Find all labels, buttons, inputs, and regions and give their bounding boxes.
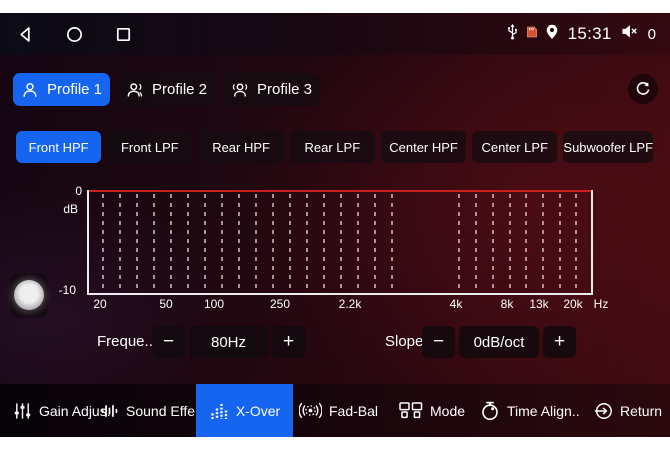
nav-label: X-Over	[236, 403, 280, 419]
nav-label: Mode	[430, 403, 465, 419]
filter-label: Rear HPF	[212, 140, 270, 155]
frequency-response-plot	[87, 190, 593, 295]
x-tick: 100	[204, 297, 224, 311]
profile-label: Profile 3	[257, 81, 312, 98]
x-tick: 50	[159, 297, 172, 311]
x-axis-unit: Hz	[594, 297, 609, 311]
filter-label: Center HPF	[389, 140, 458, 155]
crossover-filter-tabs: Front HPF Front LPF Rear HPF Rear LPF Ce…	[16, 131, 653, 163]
filter-label: Front HPF	[29, 140, 89, 155]
tab-center-hpf[interactable]: Center HPF	[381, 131, 466, 163]
nav-label: Return	[620, 403, 662, 419]
clock: 15:31	[568, 24, 612, 44]
stopwatch-icon	[480, 401, 500, 421]
nav-label: Time Align..	[507, 403, 580, 419]
x-tick: 20	[93, 297, 106, 311]
sound-wave-icon	[100, 401, 119, 421]
bezel-top	[0, 0, 670, 13]
device-frame: 15:31 0 Profile 1	[0, 0, 670, 453]
volume-level: 0	[648, 26, 656, 43]
tab-rear-hpf[interactable]: Rear HPF	[198, 131, 283, 163]
equalizer-icon	[209, 401, 229, 421]
mute-icon	[621, 24, 640, 44]
y-axis-tick-0: 0	[56, 184, 82, 198]
frequency-minus-button[interactable]: −	[152, 326, 185, 358]
tab-center-lpf[interactable]: Center LPF	[472, 131, 557, 163]
frequency-label: Freque..	[97, 326, 153, 358]
tab-rear-lpf[interactable]: Rear LPF	[290, 131, 375, 163]
tab-front-lpf[interactable]: Front LPF	[107, 131, 192, 163]
knob-handle[interactable]	[14, 280, 44, 310]
filter-label: Subwoofer LPF	[563, 140, 653, 155]
gain-sliders-icon	[13, 401, 32, 421]
refresh-icon	[635, 81, 651, 97]
nav-sound-effect[interactable]: Sound Effe..	[100, 384, 203, 437]
profile-label: Profile 2	[152, 81, 207, 98]
reset-button[interactable]	[628, 74, 658, 104]
x-tick: 250	[270, 297, 290, 311]
nav-label: Fad-Bal	[329, 403, 378, 419]
status-icons: 15:31 0	[506, 23, 656, 45]
slope-value: 0dB/oct	[459, 326, 539, 358]
response-curve	[89, 190, 591, 192]
fader-balance-icon	[299, 401, 322, 420]
nav-mode[interactable]: Mode	[399, 384, 465, 437]
x-tick: 20k	[563, 297, 582, 311]
person-2-icon	[126, 81, 144, 99]
frequency-value: 80Hz	[189, 326, 268, 358]
person-3-icon	[231, 81, 249, 99]
crossover-controls: Freque.. − 80Hz + Slope − 0dB/oct +	[0, 326, 670, 358]
slope-label: Slope	[385, 326, 423, 358]
nav-time-align[interactable]: Time Align..	[480, 384, 580, 437]
filter-label: Front LPF	[121, 140, 179, 155]
filter-label: Center LPF	[482, 140, 548, 155]
x-tick: 4k	[450, 297, 463, 311]
status-bar: 15:31 0	[0, 13, 670, 55]
back-icon[interactable]	[14, 23, 36, 45]
home-icon[interactable]	[63, 23, 85, 45]
screen: 15:31 0 Profile 1	[0, 13, 670, 437]
sd-card-icon	[526, 25, 538, 43]
y-axis-unit: dB	[52, 202, 78, 216]
x-tick: 13k	[529, 297, 548, 311]
profile-tabs: Profile 1 Profile 2 Profile 3	[13, 73, 320, 106]
nav-return[interactable]: Return	[593, 384, 662, 437]
nav-label: Sound Effe..	[126, 403, 203, 419]
mode-grid-icon	[399, 402, 423, 419]
tab-profile-1[interactable]: Profile 1	[13, 73, 110, 106]
tab-profile-2[interactable]: Profile 2	[118, 73, 215, 106]
bottom-nav: Gain Adjus.. Sound Effe..	[0, 384, 670, 437]
location-icon	[545, 24, 559, 45]
x-tick: 8k	[501, 297, 514, 311]
tab-subwoofer-lpf[interactable]: Subwoofer LPF	[563, 131, 653, 163]
frequency-plus-button[interactable]: +	[272, 326, 305, 358]
x-tick: 2.2k	[339, 297, 362, 311]
crossover-knob[interactable]	[10, 273, 48, 318]
nav-fad-bal[interactable]: Fad-Bal	[299, 384, 378, 437]
tab-profile-3[interactable]: Profile 3	[223, 73, 320, 106]
filter-label: Rear LPF	[305, 140, 361, 155]
tab-front-hpf[interactable]: Front HPF	[16, 131, 101, 163]
android-nav	[14, 23, 134, 45]
bezel-bottom	[0, 437, 670, 453]
person-icon	[21, 81, 39, 99]
y-axis-tick-min10: -10	[50, 283, 76, 297]
nav-x-over[interactable]: X-Over	[196, 384, 293, 437]
return-arrow-icon	[593, 401, 613, 421]
profile-label: Profile 1	[47, 81, 102, 98]
slope-minus-button[interactable]: −	[422, 326, 455, 358]
slope-plus-button[interactable]: +	[543, 326, 576, 358]
recents-icon[interactable]	[112, 23, 134, 45]
usb-icon	[506, 23, 519, 45]
